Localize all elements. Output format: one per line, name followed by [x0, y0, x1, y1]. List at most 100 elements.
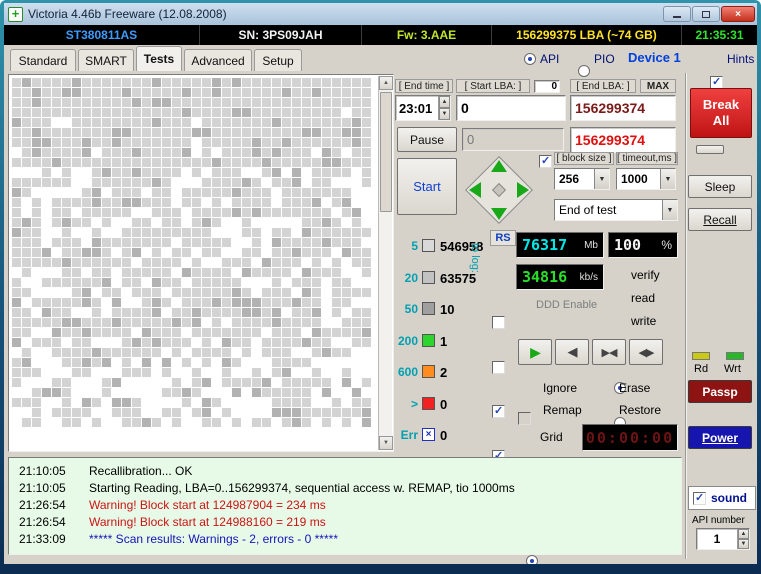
surface-block — [232, 278, 241, 287]
surface-block — [222, 238, 231, 247]
end-action-select[interactable]: End of test ▼ — [554, 199, 678, 221]
surface-block — [172, 158, 181, 167]
surface-block — [32, 318, 41, 327]
surface-block — [92, 118, 101, 127]
surface-block — [212, 348, 221, 357]
surface-block — [212, 88, 221, 97]
nav-option-checkbox[interactable] — [539, 155, 552, 168]
start-lba-input[interactable]: 0 — [456, 95, 566, 121]
surface-map-scrollbar[interactable]: ▲ ▼ — [378, 76, 392, 450]
surface-block — [352, 408, 361, 417]
surface-block — [112, 208, 121, 217]
sleep-button[interactable]: Sleep — [688, 175, 752, 198]
surface-block — [312, 188, 321, 197]
chevron-down-icon[interactable]: ▼ — [660, 169, 675, 189]
surface-block — [42, 128, 51, 137]
log-entry: 21:10:05Recallibration... OK — [19, 463, 681, 480]
play-button[interactable]: ▶ — [518, 339, 552, 365]
tab-smart[interactable]: SMART — [78, 49, 134, 71]
chevron-down-icon[interactable]: ▼ — [594, 169, 609, 189]
surface-block — [202, 158, 211, 167]
surface-block — [62, 138, 71, 147]
maximize-button[interactable] — [692, 6, 720, 22]
reset-statistics-button[interactable]: RS — [490, 230, 516, 246]
pause-button[interactable]: Pause — [397, 127, 457, 152]
surface-block — [302, 368, 311, 377]
scroll-down-icon[interactable]: ▼ — [379, 436, 393, 450]
api-number-down-icon[interactable]: ▼ — [738, 539, 749, 549]
seek-edge-button[interactable]: ◀▶ — [629, 339, 663, 365]
surface-block — [302, 438, 311, 447]
surface-block — [122, 438, 131, 447]
surface-block — [32, 138, 41, 147]
start-lba-mini-field[interactable]: 0 — [534, 80, 560, 93]
end-lba-input[interactable]: 156299374 — [570, 95, 676, 121]
tab-setup[interactable]: Setup — [254, 49, 302, 71]
surface-block — [222, 208, 231, 217]
api-radio[interactable] — [524, 53, 536, 65]
start-button[interactable]: Start — [397, 158, 457, 215]
chevron-down-icon[interactable]: ▼ — [662, 200, 677, 220]
end-time-spinner[interactable]: 23:01 ▲ ▼ — [395, 95, 451, 121]
surface-block — [362, 238, 371, 247]
surface-block — [322, 278, 331, 287]
recall-button[interactable]: Recall — [688, 208, 752, 231]
legend-log-checkbox[interactable] — [492, 361, 505, 374]
surface-block — [62, 98, 71, 107]
break-all-button[interactable]: Break All — [690, 88, 752, 138]
surface-block — [222, 328, 231, 337]
surface-block — [242, 268, 251, 277]
surface-block — [42, 438, 51, 447]
end-time-down-icon[interactable]: ▼ — [439, 108, 450, 120]
surface-block — [102, 318, 111, 327]
nav-up-icon[interactable] — [491, 160, 507, 172]
restore-label: Restore — [619, 403, 661, 417]
tab-tests[interactable]: Tests — [136, 46, 182, 71]
title-bar[interactable]: + Victoria 4.46b Freeware (12.08.2008) × — [4, 3, 757, 25]
scroll-up-icon[interactable]: ▲ — [379, 76, 393, 90]
passp-button[interactable]: Passp — [688, 380, 752, 403]
pio-radio[interactable] — [578, 65, 590, 77]
api-number-spinner[interactable]: 1 ▲ ▼ — [696, 528, 750, 550]
surface-block — [172, 238, 181, 247]
surface-block — [312, 118, 321, 127]
nav-right-icon[interactable] — [517, 182, 529, 198]
surface-block — [132, 328, 141, 337]
scrollbar-thumb[interactable] — [380, 92, 392, 212]
surface-block — [232, 208, 241, 217]
surface-block — [352, 78, 361, 87]
nav-down-icon[interactable] — [491, 208, 507, 220]
device-selector[interactable]: Device 1 — [628, 50, 681, 65]
head-position-nav[interactable] — [463, 154, 535, 226]
timeout-select[interactable]: 1000 ▼ — [616, 168, 676, 190]
surface-block — [82, 428, 91, 437]
step-back-button[interactable]: ◀ — [555, 339, 589, 365]
surface-block — [12, 338, 21, 347]
tab-advanced[interactable]: Advanced — [184, 49, 252, 71]
close-button[interactable]: × — [721, 6, 755, 22]
surface-block — [262, 108, 271, 117]
api-number-up-icon[interactable]: ▲ — [738, 529, 749, 539]
panel-divider — [685, 73, 686, 559]
power-button[interactable]: Power — [688, 426, 752, 449]
nav-left-icon[interactable] — [469, 182, 481, 198]
tab-standard[interactable]: Standard — [10, 49, 76, 71]
surface-block — [262, 418, 271, 427]
surface-block — [92, 78, 101, 87]
surface-block — [262, 248, 271, 257]
surface-block — [172, 228, 181, 237]
max-button[interactable]: MAX — [640, 79, 676, 93]
sound-checkbox[interactable] — [693, 492, 706, 505]
legend-log-checkbox[interactable] — [492, 316, 505, 329]
surface-block — [92, 388, 101, 397]
surface-block — [62, 388, 71, 397]
surface-block — [182, 348, 191, 357]
legend-log-checkbox[interactable] — [492, 405, 505, 418]
end-time-up-icon[interactable]: ▲ — [439, 96, 450, 108]
block-size-select[interactable]: 256 ▼ — [554, 168, 610, 190]
minimize-button[interactable] — [663, 6, 691, 22]
surface-block — [322, 198, 331, 207]
remap-radio[interactable] — [526, 555, 538, 564]
surface-block — [282, 318, 291, 327]
seek-defect-button[interactable]: ▶◀ — [592, 339, 626, 365]
